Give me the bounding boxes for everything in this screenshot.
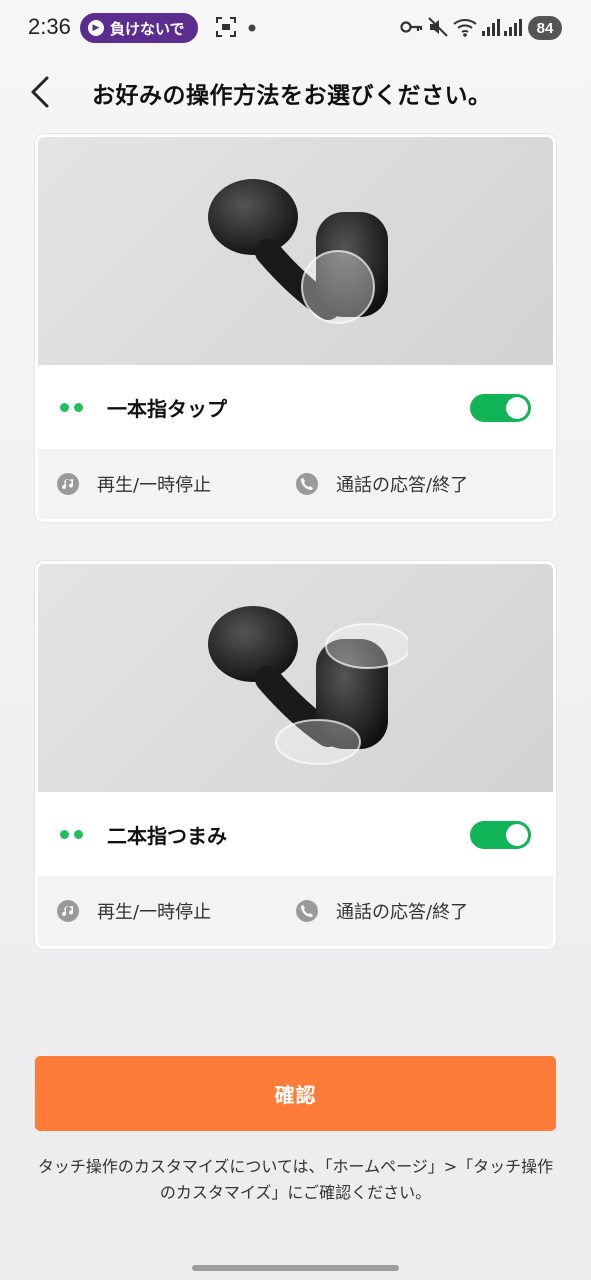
screen-capture-icon bbox=[216, 17, 236, 37]
mode-label: 一本指タップ bbox=[107, 397, 227, 421]
status-time: 2:36 bbox=[28, 14, 71, 39]
signal-icon bbox=[504, 19, 522, 36]
function-label: 再生/一時停止 bbox=[97, 902, 212, 923]
mode-toggle[interactable] bbox=[470, 394, 531, 422]
earbud-illustration bbox=[208, 179, 388, 324]
two-dots-icon bbox=[60, 830, 83, 839]
mode-row[interactable]: 一本指タップ bbox=[38, 365, 553, 449]
function-label: 通話の応答/終了 bbox=[336, 475, 469, 496]
mode-label: 二本指つまみ bbox=[107, 824, 227, 848]
phone-icon bbox=[296, 473, 318, 495]
home-indicator[interactable] bbox=[192, 1265, 399, 1271]
function-row: 再生/一時停止 通話の応答/終了 bbox=[38, 876, 553, 946]
media-notification-pill[interactable]: ▶ 負けないで bbox=[80, 13, 198, 43]
tap-mode-card[interactable]: 一本指タップ 再生/一時停止 通話の応答/終了 bbox=[35, 134, 556, 522]
earbud-illustration bbox=[208, 606, 408, 765]
footnote-text: タッチ操作のカスタマイズについては、「ホームページ」>「タッチ操作のカスタマイズ… bbox=[37, 1157, 554, 1202]
function-call: 通話の応答/終了 bbox=[296, 898, 468, 924]
status-bar: 2:36 ▶ 負けないで 84 bbox=[0, 0, 591, 56]
function-play-pause: 再生/一時停止 bbox=[57, 898, 211, 924]
function-row: 再生/一時停止 通話の応答/終了 bbox=[38, 449, 553, 519]
toggle-knob bbox=[506, 397, 528, 419]
function-call: 通話の応答/終了 bbox=[296, 471, 468, 497]
pinch-mode-card[interactable]: 二本指つまみ 再生/一時停止 通話の応答/終了 bbox=[35, 561, 556, 949]
media-pill-label: 負けないで bbox=[110, 19, 185, 38]
key-icon bbox=[400, 21, 423, 33]
wifi-icon bbox=[453, 19, 477, 37]
two-dots-icon bbox=[60, 403, 83, 412]
phone-icon bbox=[296, 900, 318, 922]
battery-indicator: 84 bbox=[528, 16, 562, 40]
page-title: お好みの操作方法をお選びください。 bbox=[92, 83, 492, 109]
function-label: 通話の応答/終了 bbox=[336, 902, 469, 923]
mode-row[interactable]: 二本指つまみ bbox=[38, 792, 553, 876]
toggle-knob bbox=[506, 824, 528, 846]
earbud-image bbox=[38, 564, 553, 792]
function-play-pause: 再生/一時停止 bbox=[57, 471, 211, 497]
mute-icon bbox=[428, 17, 448, 37]
music-note-icon bbox=[57, 900, 79, 922]
mode-toggle[interactable] bbox=[470, 821, 531, 849]
confirm-button[interactable]: 確認 bbox=[35, 1056, 556, 1131]
back-button[interactable] bbox=[22, 72, 62, 112]
notification-dot-icon bbox=[248, 24, 256, 32]
chevron-left-icon bbox=[31, 76, 49, 108]
signal-icon bbox=[482, 19, 500, 36]
function-label: 再生/一時停止 bbox=[97, 475, 212, 496]
play-circle-icon: ▶ bbox=[88, 20, 104, 36]
earbud-image bbox=[38, 137, 553, 365]
music-note-icon bbox=[57, 473, 79, 495]
